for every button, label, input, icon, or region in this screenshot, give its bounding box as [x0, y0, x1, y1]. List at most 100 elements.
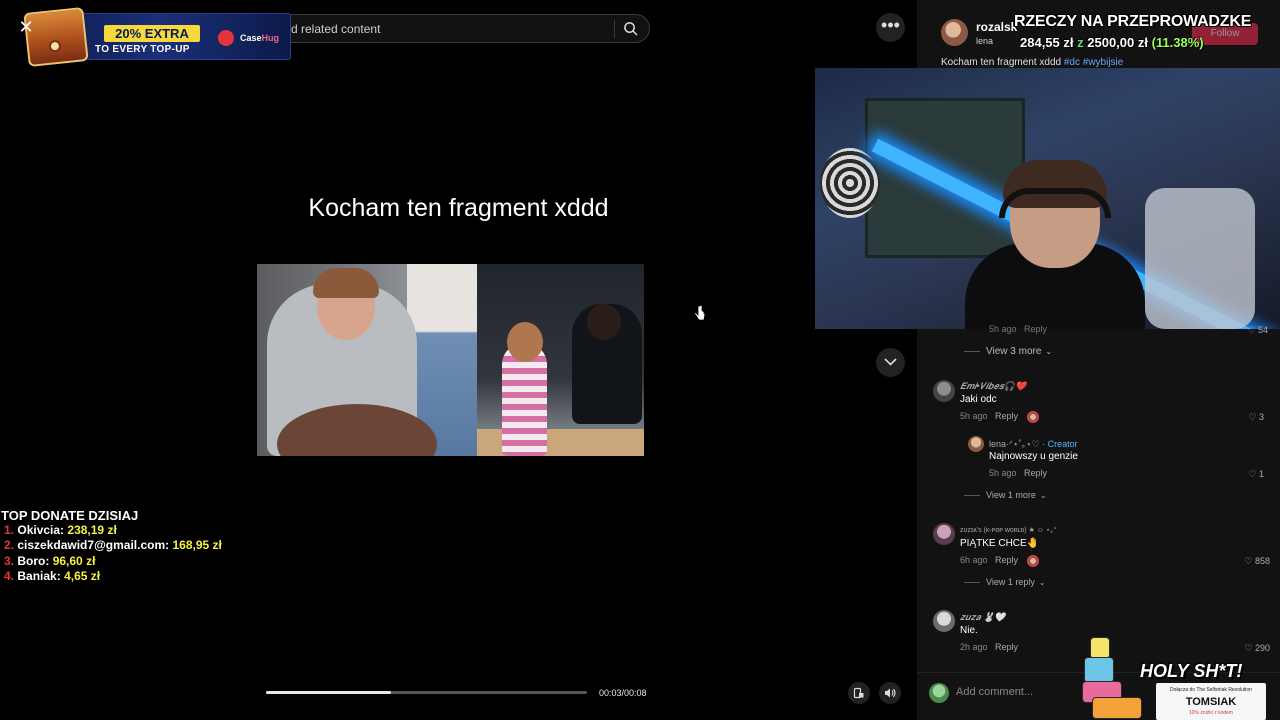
hand-cursor-icon: [694, 305, 706, 321]
video-time: 00:03/00:08: [599, 688, 647, 698]
comment-time: 6h ago: [960, 555, 988, 565]
divider-line: [964, 582, 980, 584]
goal-percent: (11.38%): [1151, 35, 1204, 50]
comment-avatar[interactable]: [933, 380, 955, 402]
search-bar[interactable]: d related content: [262, 14, 650, 43]
comment-avatar[interactable]: [933, 610, 955, 632]
chevron-down-icon: [884, 358, 897, 366]
alert-line: Dołącza do The Selfstriak Revolution: [1170, 687, 1252, 693]
comment-time: 2h ago: [960, 642, 988, 652]
chevron-down-icon: ⌄: [1038, 578, 1046, 587]
comment-time: 5h ago: [960, 411, 988, 421]
reply-author[interactable]: lena·ᐟ⋆˚｡⋆♡ · Creator: [989, 437, 1078, 450]
goal-separator: z: [1077, 35, 1084, 50]
comment-input[interactable]: [956, 682, 1056, 702]
view-more-replies[interactable]: View 3 more ⌄: [964, 346, 1052, 357]
volume-icon: [885, 688, 896, 698]
more-icon[interactable]: •••: [876, 13, 905, 42]
heart-icon: ♡: [1247, 325, 1256, 335]
close-icon[interactable]: ✕: [15, 17, 37, 39]
reply-avatar[interactable]: [968, 436, 984, 452]
chevron-down-icon: ⌄: [1039, 491, 1047, 500]
creator-liked-avatar: [1027, 411, 1039, 423]
author-avatar[interactable]: [941, 19, 968, 46]
reply-button[interactable]: Reply: [1024, 324, 1047, 334]
user-avatar: [929, 683, 949, 703]
webcam-target-decor: [820, 148, 880, 218]
like-count[interactable]: ♡ 1: [1236, 469, 1264, 480]
comment-author[interactable]: 𝑬𝒎𝒊•𝑽𝒊𝒃𝒆𝒔🎧❤️: [960, 381, 1026, 392]
video-caption: Kocham ten fragment xddd: [308, 194, 609, 222]
video-progress-fill: [266, 691, 392, 694]
reply-text: Najnowszy u genzie: [989, 451, 1078, 462]
donor-row: 1. Okivcia: 238,19 zł: [4, 523, 117, 537]
video-girl-head: [507, 322, 543, 362]
creator-badge: · Creator: [1042, 439, 1078, 449]
search-input[interactable]: d related content: [291, 22, 380, 36]
post-text: Kocham ten fragment xddd: [941, 57, 1062, 68]
view-more-replies[interactable]: View 1 reply ⌄: [964, 577, 1046, 587]
video-person-hair: [313, 268, 379, 298]
creator-liked-avatar: [1027, 555, 1039, 567]
goal-title: RZECZY NA PRZEPROWADZKE: [1014, 13, 1252, 30]
alert-line: 10% zniżki z kodem: [1188, 710, 1234, 716]
comment-meta-partial: 5h ago Reply: [989, 324, 1047, 334]
alert-title: HOLY SH*T!: [1140, 661, 1243, 681]
reply-button[interactable]: Reply: [995, 642, 1018, 652]
donor-row: 3. Boro: 96,60 zł: [4, 554, 96, 568]
reply-time: 5h ago: [989, 468, 1017, 478]
donor-row: 2. ciszekdawid7@gmail.com: 168,95 zł: [4, 538, 222, 552]
chevron-down-icon: ⌄: [1045, 347, 1053, 356]
heart-icon: ♡: [1248, 469, 1257, 479]
brand-logo-icon: [218, 30, 234, 46]
reply-button[interactable]: Reply: [1024, 468, 1047, 478]
search-icon[interactable]: [623, 21, 638, 36]
post-description: Kocham ten fragment xddd #dc #wybijsie: [941, 57, 1123, 68]
goal-amount: 284,55 zł z 2500,00 zł (11.38%): [1020, 35, 1204, 50]
comment-text: PIĄTKE CHCE🤚: [960, 538, 1040, 549]
donation-goal-widget: RZECZY NA PRZEPROWADZKE 284,55 zł z 2500…: [1014, 13, 1264, 55]
reply-button[interactable]: Reply: [995, 555, 1018, 565]
like-count[interactable]: ♡ 3: [1236, 412, 1264, 423]
heart-icon: ♡: [1248, 412, 1257, 422]
alert-strip: Dołącza do The Selfstriak Revolution TOM…: [1156, 683, 1266, 720]
comment-author[interactable]: 𝒛𝒖𝒛𝒂 🐰🤍: [960, 612, 1005, 623]
comment-time: 5h ago: [989, 324, 1017, 334]
promo-subtitle: TO EVERY TOP-UP: [95, 44, 190, 55]
video-progress-bar[interactable]: [266, 691, 587, 694]
picture-in-picture-icon: [853, 687, 864, 699]
promo-brand: CaseHug: [240, 33, 280, 43]
like-count[interactable]: ♡ 54: [1236, 325, 1268, 336]
volume-button[interactable]: [879, 682, 901, 704]
stream-alert: HOLY SH*T! Dołącza do The Selfstriak Rev…: [1046, 637, 1280, 720]
scroll-down-button[interactable]: [876, 348, 905, 377]
webcam-chair: [1145, 188, 1255, 329]
left-background: [0, 0, 256, 720]
goal-target: 2500,00 zł: [1087, 35, 1148, 50]
heart-icon: ♡: [1244, 556, 1253, 566]
video-child-head: [587, 304, 621, 340]
comment-text: Nie.: [960, 625, 978, 636]
video-frame[interactable]: [257, 264, 644, 456]
author-name[interactable]: rozalsk: [976, 20, 1017, 34]
donor-row: 4. Baniak: 4,65 zł: [4, 569, 101, 583]
search-divider: [614, 20, 615, 38]
promo-extra: 20% EXTRA: [104, 25, 200, 42]
top-donate-title: TOP DONATE DZISIAJ: [1, 508, 139, 523]
webcam-headset: [999, 188, 1111, 218]
hashtag-link[interactable]: #wybijsie: [1083, 57, 1124, 68]
streamer-webcam: [815, 68, 1280, 329]
goal-current: 284,55 zł: [1020, 35, 1074, 50]
like-count[interactable]: ♡ 858: [1232, 556, 1270, 567]
alert-name: TOMSIAK: [1185, 696, 1237, 708]
mascot-icon: [1082, 637, 1142, 720]
divider-line: [964, 350, 980, 352]
view-more-replies[interactable]: View 1 more ⌄: [964, 490, 1047, 500]
comment-avatar[interactable]: [933, 523, 955, 545]
reply-button[interactable]: Reply: [995, 411, 1018, 421]
picture-in-picture-button[interactable]: [848, 682, 870, 704]
divider-line: [964, 495, 980, 497]
hashtag-link[interactable]: #dc: [1064, 57, 1080, 68]
comment-author[interactable]: ᴢᴜᴢɪᴀ's (ᴋ-ᴘᴏᴘ ᴡᴏʀʟᴅ) ★ ☺ ⋆｡°: [960, 525, 1057, 535]
author-nickname: lena: [976, 36, 994, 46]
